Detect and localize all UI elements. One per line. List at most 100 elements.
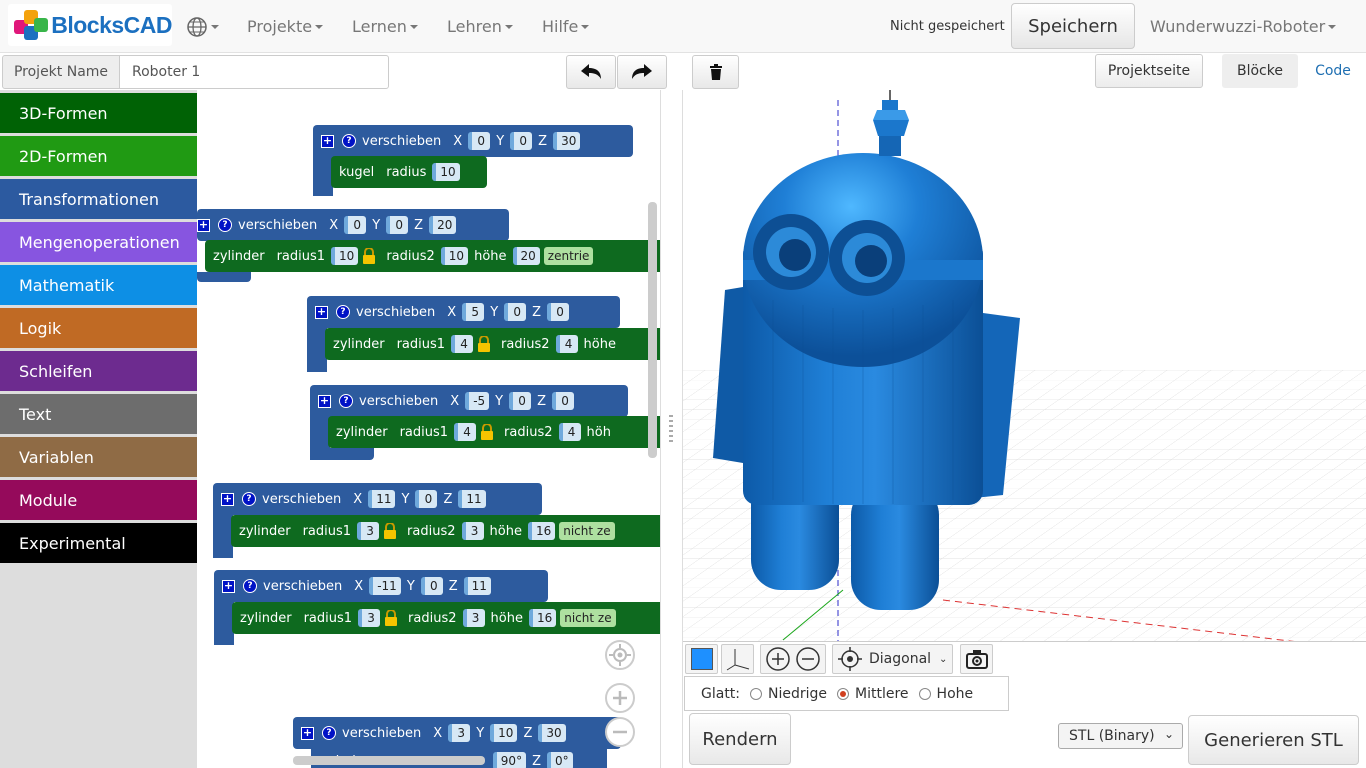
lock-icon[interactable] bbox=[480, 423, 494, 440]
translate-block[interactable]: +? verschieben X0 Y0 Z 20 bbox=[197, 209, 509, 241]
number-field[interactable]: 4 bbox=[558, 423, 581, 441]
language-globe-icon[interactable] bbox=[186, 0, 219, 53]
number-field[interactable]: 11 bbox=[458, 490, 486, 508]
smooth-high-radio[interactable] bbox=[918, 687, 931, 700]
number-field[interactable]: 0 bbox=[420, 577, 443, 595]
category-transformations[interactable]: Transformationen bbox=[0, 179, 197, 219]
cylinder-block[interactable]: zylinder radius1 3 radius2 3 höhe 16 nicht … bbox=[232, 602, 660, 634]
menu-teach[interactable]: Lehren bbox=[447, 0, 513, 53]
number-field[interactable]: -11 bbox=[369, 577, 401, 595]
number-field[interactable]: 0° bbox=[546, 752, 573, 768]
help-icon[interactable]: ? bbox=[342, 134, 356, 148]
cylinder-block[interactable]: zylinder radius1 4 radius2 4 höhe bbox=[325, 328, 660, 360]
zoom-out-icon[interactable] bbox=[605, 717, 635, 747]
export-format-select[interactable]: STL (Binary) ⌄ bbox=[1058, 723, 1183, 749]
number-field[interactable]: 5 bbox=[462, 303, 485, 321]
cylinder-block[interactable]: zylinder radius1 4 radius2 4 höh bbox=[328, 416, 660, 448]
panel-resize-handle[interactable] bbox=[660, 90, 683, 768]
number-field[interactable]: 4 bbox=[454, 423, 477, 441]
render-button[interactable]: Rendern bbox=[689, 713, 791, 765]
generate-stl-button[interactable]: Generieren STL bbox=[1188, 715, 1359, 765]
menu-projects[interactable]: Projekte bbox=[247, 0, 324, 53]
lock-icon[interactable] bbox=[362, 247, 376, 264]
number-field[interactable]: 3 bbox=[462, 609, 485, 627]
number-field[interactable]: 0 bbox=[344, 216, 367, 234]
vertical-scrollbar[interactable] bbox=[648, 202, 657, 458]
translate-block[interactable]: +? verschieben X -11 Y0 Z 11 bbox=[214, 570, 548, 602]
number-field[interactable]: 3 bbox=[357, 522, 380, 540]
save-button[interactable]: Speichern bbox=[1011, 3, 1135, 49]
translate-block[interactable]: +? verschieben X -5 Y0 Z0 bbox=[310, 385, 628, 417]
menu-help[interactable]: Hilfe bbox=[542, 0, 590, 53]
translate-block[interactable]: +? verschieben X5 Y0 Z0 bbox=[307, 296, 620, 328]
number-field[interactable]: 0 bbox=[504, 303, 527, 321]
smooth-mid-radio[interactable] bbox=[837, 687, 850, 700]
number-field[interactable]: 4 bbox=[451, 335, 474, 353]
number-field[interactable]: 11 bbox=[463, 577, 491, 595]
project-menu[interactable]: Wunderwuzzi-Roboter bbox=[1150, 0, 1337, 53]
lock-icon[interactable] bbox=[383, 522, 397, 539]
translate-block[interactable]: +? verschieben X0 Y0 Z 30 bbox=[313, 125, 633, 157]
category-2d-shapes[interactable]: 2D-Formen bbox=[0, 136, 197, 176]
delete-button[interactable] bbox=[692, 55, 739, 89]
number-field[interactable]: 90° bbox=[492, 752, 527, 768]
translate-block[interactable]: +? verschieben X3 Y 10 Z 30 bbox=[293, 717, 621, 749]
number-field[interactable]: 30 bbox=[538, 724, 566, 742]
plus-icon[interactable]: + bbox=[197, 218, 210, 232]
number-field[interactable]: 0 bbox=[547, 303, 570, 321]
translate-block[interactable]: +? verschieben X 11 Y0 Z 11 bbox=[213, 483, 542, 515]
help-icon[interactable]: ? bbox=[218, 218, 232, 232]
help-icon[interactable]: ? bbox=[322, 726, 336, 740]
plus-icon[interactable]: + bbox=[221, 492, 234, 506]
category-logic[interactable]: Logik bbox=[0, 308, 197, 348]
category-loops[interactable]: Schleifen bbox=[0, 351, 197, 391]
smooth-low-radio[interactable] bbox=[750, 687, 763, 700]
menu-learn[interactable]: Lernen bbox=[352, 0, 418, 53]
cylinder-block[interactable]: zylinder radius1 3 radius2 3 höhe 16 nicht … bbox=[231, 515, 660, 547]
blockscad-logo[interactable]: BlocksCAD bbox=[8, 4, 172, 46]
centered-dropdown[interactable]: zentrie bbox=[543, 247, 594, 265]
number-field[interactable]: 20 bbox=[429, 216, 457, 234]
category-experimental[interactable]: Experimental bbox=[0, 523, 197, 563]
project-page-button[interactable]: Projektseite bbox=[1095, 54, 1203, 88]
lock-icon[interactable] bbox=[477, 335, 491, 352]
number-field[interactable]: 30 bbox=[553, 132, 581, 150]
number-field[interactable]: 0 bbox=[415, 490, 438, 508]
plus-icon[interactable]: + bbox=[318, 394, 331, 408]
number-field[interactable]: 0 bbox=[552, 392, 575, 410]
axes-toggle-button[interactable] bbox=[721, 644, 754, 674]
undo-button[interactable] bbox=[566, 55, 616, 89]
number-field[interactable]: 3 bbox=[358, 609, 381, 627]
horizontal-scrollbar[interactable] bbox=[293, 756, 485, 765]
zoom-in-icon[interactable] bbox=[766, 647, 790, 671]
sphere-block[interactable]: kugel radius 10 bbox=[331, 156, 487, 188]
cylinder-block[interactable]: zylinder radius1 10 radius2 10 höhe 20 zent… bbox=[205, 240, 660, 272]
help-icon[interactable]: ? bbox=[243, 579, 257, 593]
category-3d-shapes[interactable]: 3D-Formen bbox=[0, 93, 197, 133]
tab-code[interactable]: Code bbox=[1305, 54, 1361, 88]
number-field[interactable]: 10 bbox=[432, 163, 460, 181]
lock-icon[interactable] bbox=[384, 609, 398, 626]
plus-icon[interactable]: + bbox=[222, 579, 235, 593]
zoom-out-icon[interactable] bbox=[796, 647, 820, 671]
number-field[interactable]: 3 bbox=[448, 724, 471, 742]
blocks-workspace[interactable]: +? verschieben X0 Y0 Z 30 kugel radius 10 … bbox=[197, 90, 660, 768]
category-variables[interactable]: Variablen bbox=[0, 437, 197, 477]
number-field[interactable]: 10 bbox=[490, 724, 518, 742]
screenshot-button[interactable] bbox=[960, 644, 993, 674]
number-field[interactable]: 3 bbox=[461, 522, 484, 540]
category-text[interactable]: Text bbox=[0, 394, 197, 434]
category-set-operations[interactable]: Mengenoperationen bbox=[0, 222, 197, 262]
category-math[interactable]: Mathematik bbox=[0, 265, 197, 305]
centered-dropdown[interactable]: nicht ze bbox=[560, 609, 616, 627]
redo-button[interactable] bbox=[617, 55, 667, 89]
number-field[interactable]: 16 bbox=[527, 522, 556, 540]
category-modules[interactable]: Module bbox=[0, 480, 197, 520]
tab-blocks[interactable]: Blöcke bbox=[1222, 54, 1298, 88]
number-field[interactable]: 4 bbox=[555, 335, 578, 353]
centered-dropdown[interactable]: nicht ze bbox=[559, 522, 615, 540]
plus-icon[interactable]: + bbox=[301, 726, 314, 740]
help-icon[interactable]: ? bbox=[242, 492, 256, 506]
number-field[interactable]: 0 bbox=[468, 132, 491, 150]
number-field[interactable]: -5 bbox=[465, 392, 490, 410]
